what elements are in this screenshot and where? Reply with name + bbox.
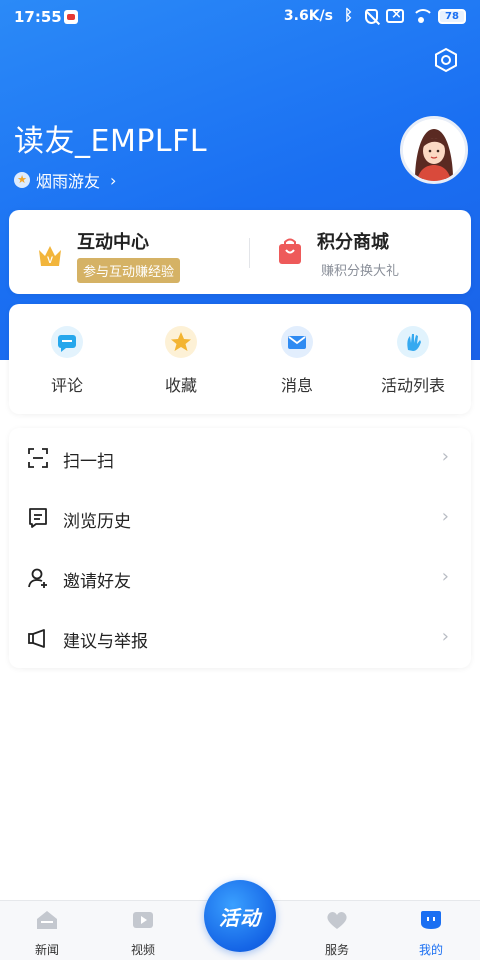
- scan-icon: [28, 448, 48, 468]
- chevron-right-icon: ›: [441, 626, 449, 647]
- tab-label: 我的: [418, 943, 443, 957]
- activity-hand-icon: [397, 326, 429, 358]
- avatar-portrait-icon: [403, 119, 465, 181]
- quick-action-label: 评论: [50, 376, 83, 395]
- menu-item-invite[interactable]: 邀请好友 ›: [9, 548, 471, 608]
- tab-mine[interactable]: 我的: [396, 909, 466, 958]
- battery-indicator: 78: [438, 8, 466, 24]
- quick-action-label: 活动列表: [380, 376, 445, 395]
- history-icon: [29, 508, 47, 528]
- menu-item-feedback[interactable]: 建议与举报 ›: [9, 608, 471, 668]
- message-envelope-icon: [281, 326, 313, 358]
- username[interactable]: 读友_EMPLFL: [14, 116, 207, 160]
- profile-face-icon: [421, 911, 441, 929]
- chevron-right-icon: ›: [441, 566, 449, 587]
- level-star-icon: ★: [14, 172, 30, 188]
- quick-action-label: 收藏: [164, 376, 197, 395]
- promo-divider: [249, 238, 250, 268]
- sim-off-icon: [386, 7, 404, 23]
- mute-bell-icon: [365, 8, 378, 24]
- heart-service-icon: [327, 912, 347, 929]
- comment-icon: [51, 326, 83, 358]
- activity-fab-label: 活动: [219, 906, 261, 930]
- points-mall-subtitle: 赚积分换大礼: [321, 264, 400, 279]
- settings-button[interactable]: [432, 46, 460, 74]
- avatar[interactable]: [400, 116, 468, 184]
- interaction-center-title: 互动中心: [77, 232, 149, 253]
- chevron-right-icon: ›: [110, 170, 117, 190]
- promo-card: V 互动中心 参与互动赚经验 积分商城 赚积分换大礼: [9, 210, 471, 294]
- svg-text:V: V: [47, 255, 53, 265]
- chevron-right-icon: ›: [441, 506, 449, 527]
- chevron-right-icon: ›: [441, 446, 449, 467]
- shopping-bag-icon: [279, 238, 301, 264]
- tab-label: 服务: [324, 943, 349, 957]
- menu-item-scan[interactable]: 扫一扫 ›: [9, 428, 471, 488]
- news-home-icon: [37, 911, 57, 929]
- tab-label: 视频: [130, 943, 155, 957]
- quick-action-comment[interactable]: 评论: [17, 326, 117, 396]
- invite-friend-icon: [28, 568, 47, 588]
- menu-item-label: 建议与举报: [63, 632, 148, 652]
- status-bar: 17:55 3.6K/s 78: [0, 0, 480, 34]
- user-level-link[interactable]: ★ 烟雨游友 ›: [14, 168, 116, 192]
- favorite-star-icon: [165, 326, 197, 358]
- quick-actions-card: 评论 收藏 消息 活动列表: [9, 304, 471, 414]
- bluetooth-icon: [341, 6, 357, 24]
- quick-action-message[interactable]: 消息: [247, 326, 347, 396]
- tab-label: 新闻: [34, 943, 59, 957]
- feedback-icon: [28, 629, 45, 648]
- menu-item-history[interactable]: 浏览历史 ›: [9, 488, 471, 548]
- status-time: 17:55: [14, 8, 62, 26]
- menu-item-label: 邀请好友: [63, 572, 131, 592]
- activity-fab-button[interactable]: 活动: [204, 880, 276, 952]
- menu-item-label: 浏览历史: [63, 512, 131, 532]
- menu-list-card: 扫一扫 › 浏览历史 › 邀请好友 › 建议与举报 ›: [9, 428, 471, 668]
- status-indicators: 3.6K/s 78: [283, 6, 466, 24]
- quick-action-activity-list[interactable]: 活动列表: [363, 326, 463, 396]
- hexagon-settings-icon: [435, 47, 457, 73]
- video-icon: [133, 912, 153, 928]
- points-mall-title: 积分商城: [317, 232, 389, 253]
- wifi-icon: [412, 9, 434, 23]
- tab-news[interactable]: 新闻: [12, 909, 82, 958]
- network-speed: 3.6K/s: [283, 8, 333, 24]
- quick-action-label: 消息: [280, 376, 313, 395]
- crown-icon: V: [39, 246, 61, 266]
- quick-action-favorite[interactable]: 收藏: [131, 326, 231, 396]
- menu-item-label: 扫一扫: [63, 452, 114, 472]
- notification-icon: [64, 10, 78, 24]
- tab-video[interactable]: 视频: [108, 909, 178, 958]
- tab-service[interactable]: 服务: [302, 909, 372, 958]
- interaction-center-badge: 参与互动赚经验: [77, 258, 181, 283]
- user-level-label: 烟雨游友: [36, 172, 101, 191]
